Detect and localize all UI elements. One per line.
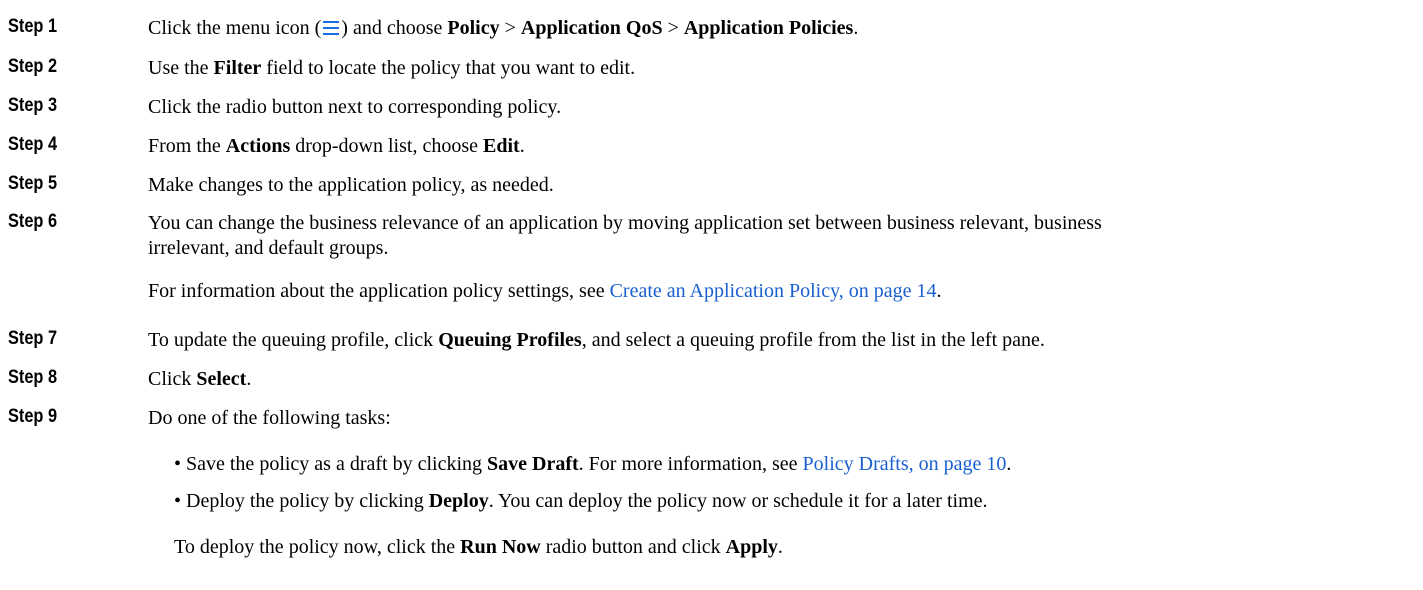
step-text-part: drop-down list, choose <box>290 135 483 157</box>
step-label: Step 6 <box>8 211 58 232</box>
step-text-part: . <box>853 17 859 39</box>
step-text-part: Click <box>148 368 197 390</box>
step-text: You can change the business relevance of… <box>148 211 1423 304</box>
step-text-line: You can change the business relevance of… <box>148 212 1102 234</box>
ui-term: Deploy <box>428 490 489 512</box>
ui-term: Apply <box>725 536 778 558</box>
step-text-part: . <box>246 368 252 390</box>
step-text-part: . <box>519 135 525 157</box>
step-note: For information about the application po… <box>148 279 1423 304</box>
ui-term: Run Now <box>460 536 541 558</box>
step-text: Click the menu icon ( ) and choose Policy… <box>148 16 1423 41</box>
create-application-policy-link[interactable]: Create an Application Policy, on page 14 <box>610 280 937 302</box>
bullet-text: • Save the policy as a draft by clicking… <box>174 452 1423 477</box>
step-text-part: Click the menu icon ( <box>148 17 322 39</box>
step-text-part: To update the queuing profile, click <box>148 329 439 351</box>
step-label: Step 5 <box>8 173 58 194</box>
step-text-part: • Deploy the policy by clicking <box>174 490 429 512</box>
step-text-part: field to locate the policy that you want… <box>261 57 636 79</box>
ui-term: Application Policies <box>683 17 854 39</box>
procedure-page: Step 1 Click the menu icon ( ) and choose… <box>0 0 1423 590</box>
step-text: From the Actions drop-down list, choose … <box>148 134 1423 159</box>
ui-term: Policy <box>447 17 500 39</box>
separator: > <box>499 17 521 39</box>
step-label: Step 3 <box>8 95 58 116</box>
step-text-part: ) and choose <box>341 17 448 39</box>
step-text-part: To deploy the policy now, click the <box>174 536 461 558</box>
ui-term: Actions <box>225 135 291 157</box>
policy-drafts-link[interactable]: Policy Drafts, on page 10 <box>803 453 1007 475</box>
menu-icon <box>323 21 340 35</box>
step-text-part: , and select a queuing profile from the … <box>581 329 1045 351</box>
bullet-text: • Deploy the policy by clicking Deploy. … <box>174 489 1423 514</box>
step-label: Step 7 <box>8 328 58 349</box>
step-text-part: • Save the policy as a draft by clicking <box>174 453 488 475</box>
step-text: Do one of the following tasks: <box>148 407 391 429</box>
ui-term: Application QoS <box>520 17 663 39</box>
step-text-part: From the <box>148 135 226 157</box>
step-text-part: . <box>936 280 942 302</box>
step-text: Click Select. <box>148 367 1423 392</box>
ui-term: Save Draft <box>487 453 579 475</box>
step-label: Step 4 <box>8 134 58 155</box>
ui-term: Select <box>196 368 247 390</box>
step-text-part: . You can deploy the policy now or sched… <box>488 490 988 512</box>
step-text-part: Use the <box>148 57 214 79</box>
step-text-line: irrelevant, and default groups. <box>148 237 389 259</box>
step-label: Step 1 <box>8 16 58 37</box>
step-text: Click the radio button next to correspon… <box>148 96 562 118</box>
step-text-part: For information about the application po… <box>148 280 610 302</box>
separator: > <box>662 17 684 39</box>
ui-term: Queuing Profiles <box>438 329 582 351</box>
step-text: To update the queuing profile, click Que… <box>148 328 1423 353</box>
step-text-part: . <box>1006 453 1012 475</box>
step-text-part: . For more information, see <box>578 453 803 475</box>
step-label: Step 9 <box>8 406 58 427</box>
step-label: Step 2 <box>8 56 58 77</box>
step-label: Step 8 <box>8 367 58 388</box>
step-text: Use the Filter field to locate the polic… <box>148 56 1423 81</box>
step-text: To deploy the policy now, click the Run … <box>174 535 1423 560</box>
step-text-part: radio button and click <box>540 536 726 558</box>
ui-term: Edit <box>483 135 520 157</box>
step-text-part: . <box>777 536 783 558</box>
step-text: Make changes to the application policy, … <box>148 174 554 196</box>
ui-term: Filter <box>213 57 262 79</box>
